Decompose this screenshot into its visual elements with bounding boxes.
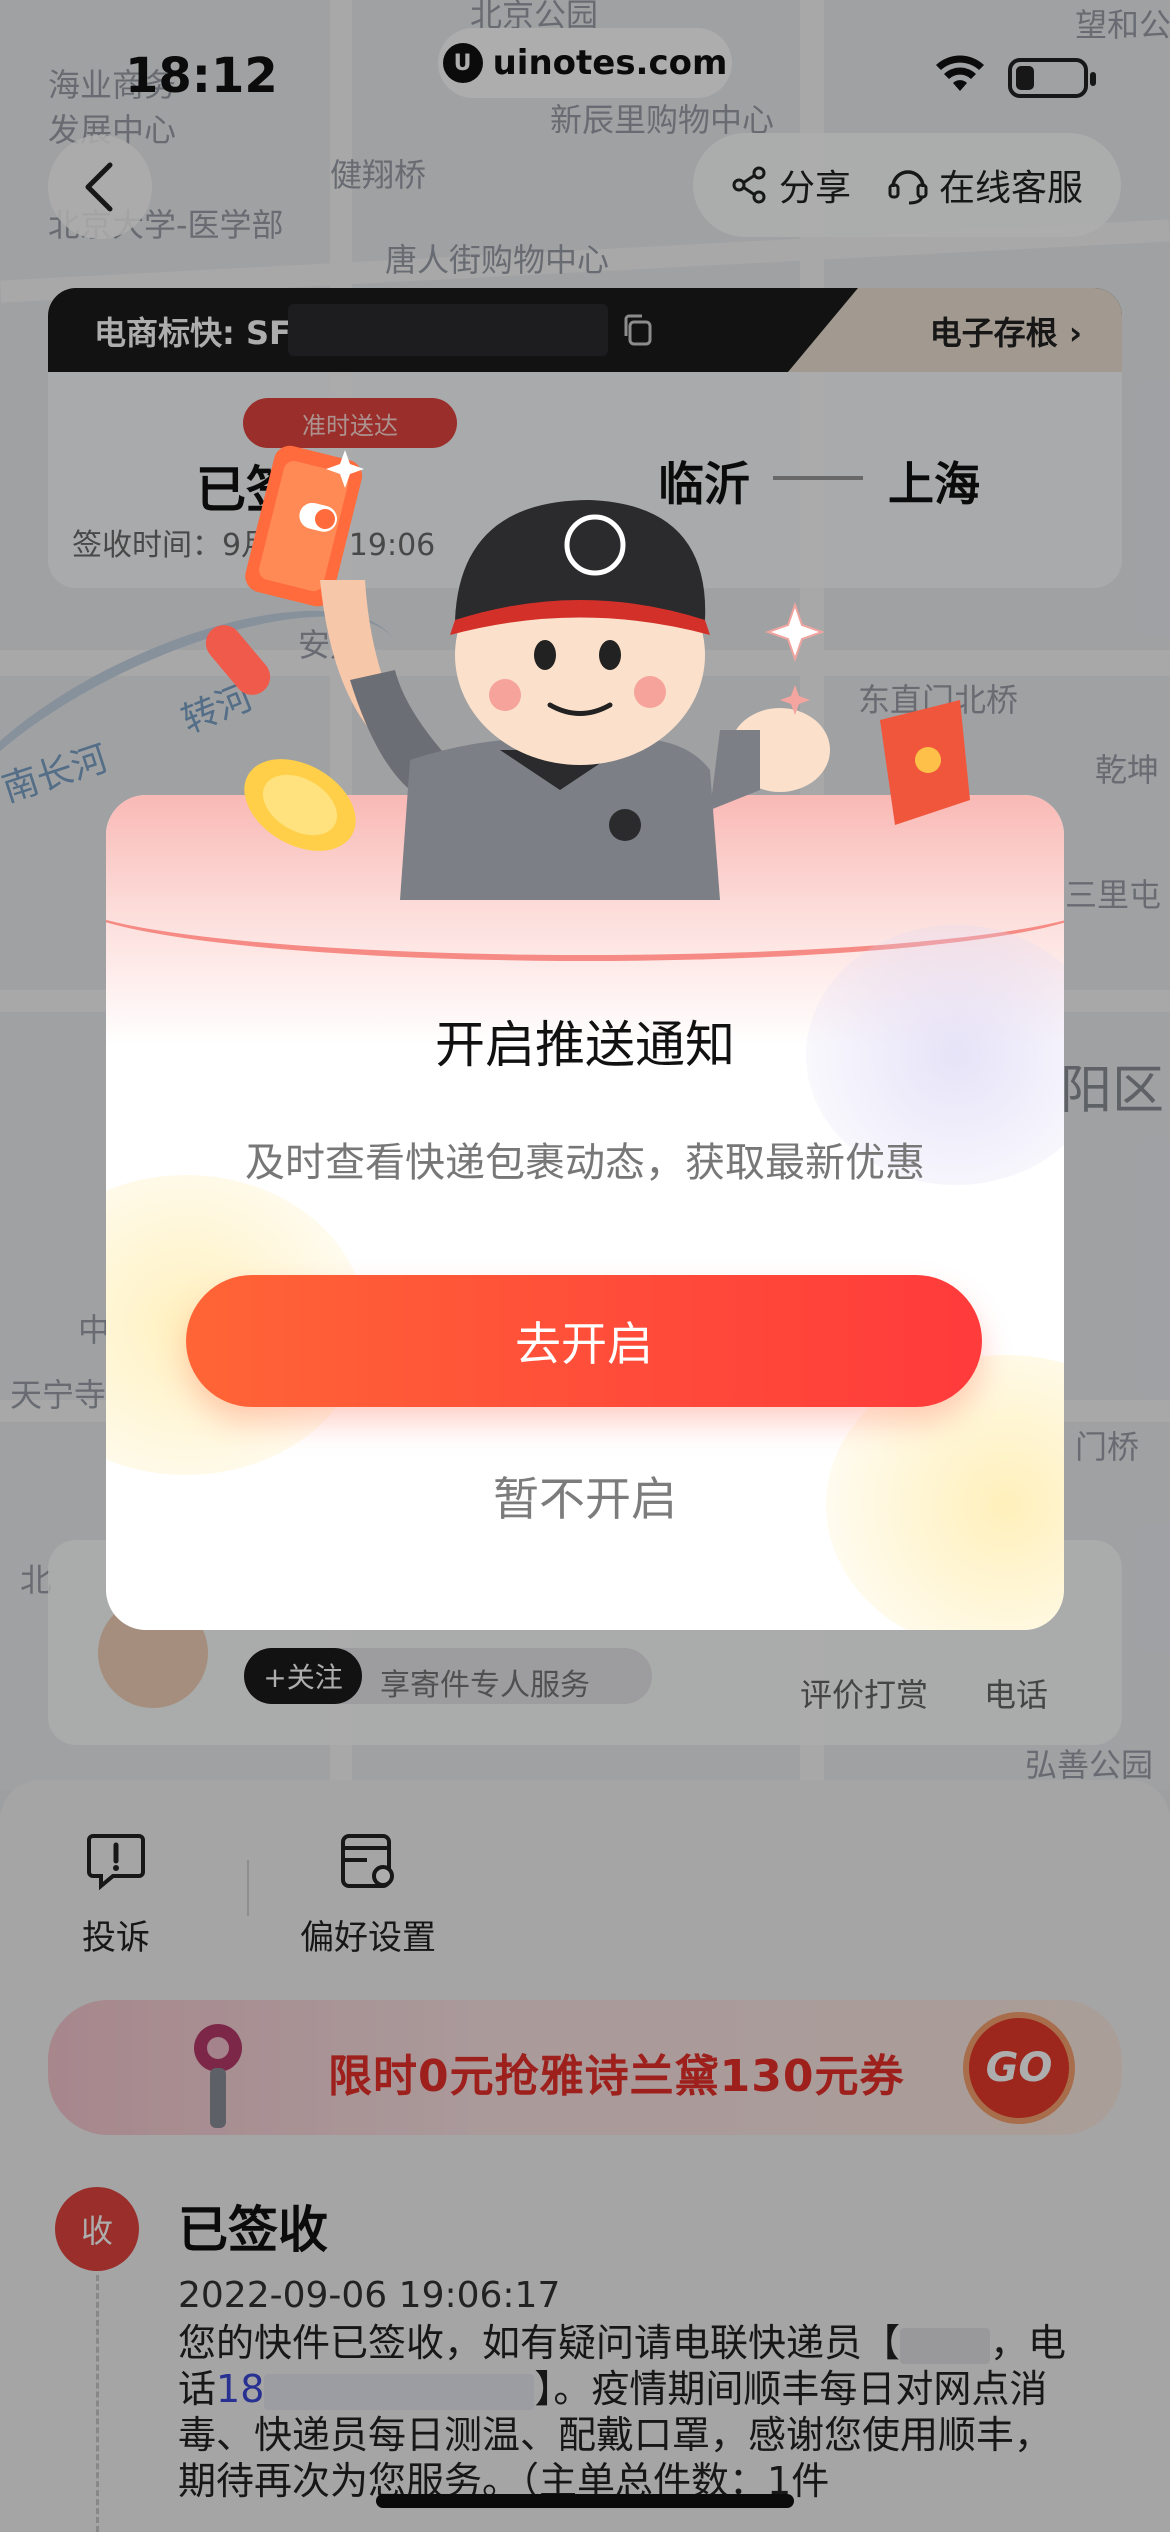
dialog-subtitle: 及时查看快递包裹动态，获取最新优惠	[245, 1140, 925, 1186]
enable-notifications-button[interactable]: 去开启	[186, 1275, 982, 1407]
push-notification-dialog: 开启推送通知 及时查看快递包裹动态，获取最新优惠 去开启 暂不开启	[106, 795, 1064, 1630]
dialog-title: 开启推送通知	[435, 1016, 735, 1074]
sf-courier-mascot-illustration	[205, 445, 970, 900]
not-now-button[interactable]: 暂不开启	[106, 1463, 1064, 1529]
